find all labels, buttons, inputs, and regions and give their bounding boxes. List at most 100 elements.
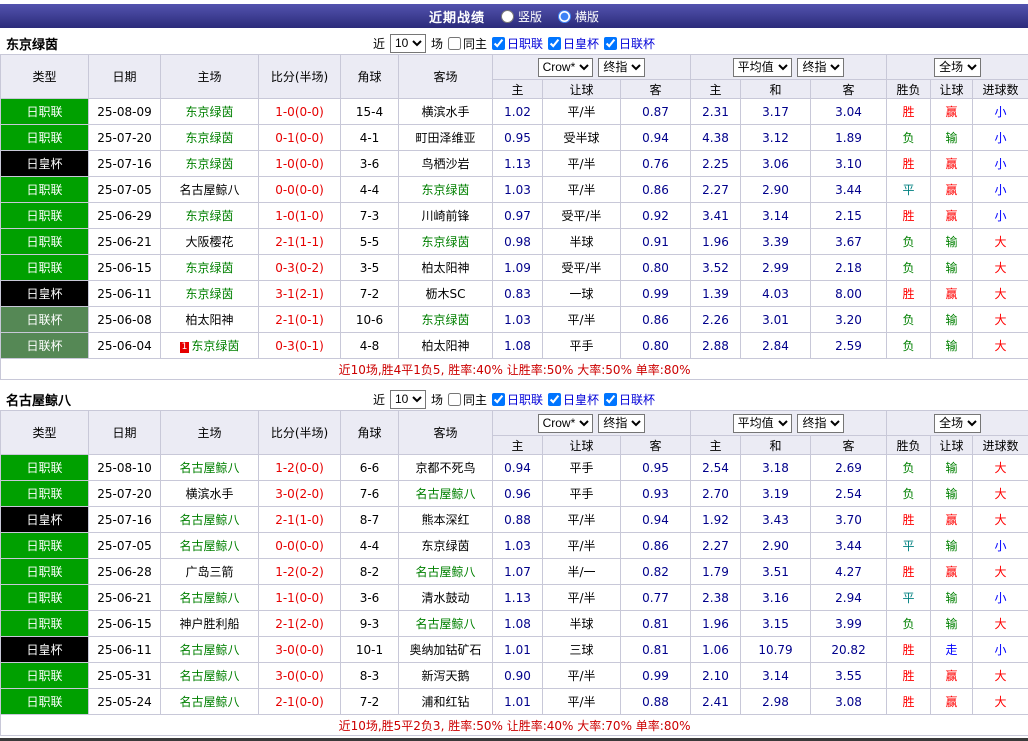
handicap-result: 赢 (931, 689, 973, 715)
bookmaker-select[interactable]: Crow* (538, 414, 593, 433)
corner-count: 4-4 (341, 533, 399, 559)
jleague-checkbox[interactable] (492, 393, 505, 406)
scope-select[interactable]: 全场 (934, 58, 981, 77)
goals-result: 大 (973, 455, 1028, 481)
team-name: 名古屋鲸八 (6, 390, 71, 409)
handicap-result: 赢 (931, 281, 973, 307)
goals-result-header: 进球数 (973, 436, 1028, 455)
euro-home-odds: 3.41 (691, 203, 741, 229)
euro-source-select[interactable]: 平均值 (733, 58, 792, 77)
home-team: 1东京绿茵 (161, 333, 259, 359)
score: 3-1(2-1) (259, 281, 341, 307)
asian-home-odds: 1.03 (493, 177, 543, 203)
match-date: 25-06-11 (89, 637, 161, 663)
match-date: 25-05-24 (89, 689, 161, 715)
col-header-date: 日期 (89, 411, 161, 455)
match-row: 日职联25-06-29东京绿茵1-0(1-0)7-3川崎前锋0.97受平/半0.… (1, 203, 1028, 229)
asian-away-odds: 0.99 (621, 663, 691, 689)
view-option-vertical[interactable]: 竖版 (501, 8, 542, 25)
goals-result: 小 (973, 99, 1028, 125)
emperors-cup-checkbox[interactable] (548, 393, 561, 406)
euro-draw-odds: 3.43 (741, 507, 811, 533)
same-venue-checkbox[interactable] (448, 37, 461, 50)
handicap-result: 输 (931, 333, 973, 359)
same-venue-checkbox[interactable] (448, 393, 461, 406)
home-team: 名古屋鲸八 (161, 663, 259, 689)
match-row: 日职联25-06-15东京绿茵0-3(0-2)3-5柏太阳神1.09受平/半0.… (1, 255, 1028, 281)
emperors-cup-checkbox[interactable] (548, 37, 561, 50)
euro-stage-select[interactable]: 终指 (797, 414, 844, 433)
home-team: 名古屋鲸八 (161, 533, 259, 559)
match-date: 25-07-16 (89, 507, 161, 533)
asian-handicap: 半球 (543, 229, 621, 255)
match-row: 日皇杯25-07-16名古屋鲸八2-1(1-0)8-7熊本深红0.88平/半0.… (1, 507, 1028, 533)
euro-source-select[interactable]: 平均值 (733, 414, 792, 433)
goals-result: 小 (973, 203, 1028, 229)
asian-handicap: 平/半 (543, 689, 621, 715)
team-name: 东京绿茵 (6, 34, 58, 53)
match-row: 日职联25-05-31名古屋鲸八3-0(0-0)8-3新泻天鹅0.90平/半0.… (1, 663, 1028, 689)
scope-select[interactable]: 全场 (934, 414, 981, 433)
euro-odds-header: 平均值 终指 (691, 411, 887, 436)
vertical-radio-label: 竖版 (518, 8, 542, 25)
handicap-result: 输 (931, 125, 973, 151)
home-team: 名古屋鲸八 (161, 585, 259, 611)
asian-stage-select[interactable]: 终指 (598, 58, 645, 77)
asian-home-odds: 1.03 (493, 307, 543, 333)
filter-jleague[interactable]: 日职联 (492, 35, 543, 52)
handicap-result: 输 (931, 533, 973, 559)
goals-result: 大 (973, 255, 1028, 281)
match-count-select[interactable]: 10 (390, 34, 426, 53)
filter-same-venue[interactable]: 同主 (448, 35, 487, 52)
asian-home-odds: 1.07 (493, 559, 543, 585)
horizontal-radio-label: 横版 (575, 8, 599, 25)
wdl-result: 胜 (887, 203, 931, 229)
asian-stage-select[interactable]: 终指 (598, 414, 645, 433)
asian-home-odds: 0.88 (493, 507, 543, 533)
euro-odds-header: 平均值 终指 (691, 55, 887, 80)
asian-away-odds: 0.88 (621, 689, 691, 715)
score: 2-1(2-0) (259, 611, 341, 637)
jleague-checkbox[interactable] (492, 37, 505, 50)
match-count-select[interactable]: 10 (390, 390, 426, 409)
vertical-radio[interactable] (501, 10, 514, 23)
filter-league-cup[interactable]: 日联杯 (604, 391, 655, 408)
match-rows: 日职联25-08-09东京绿茵1-0(0-0)15-4横滨水手1.02平/半0.… (1, 99, 1028, 359)
euro-stage-select[interactable]: 终指 (797, 58, 844, 77)
red-card-badge: 1 (180, 342, 190, 353)
league-type: 日职联 (1, 585, 89, 611)
filter-same-venue[interactable]: 同主 (448, 391, 487, 408)
away-team: 新泻天鹅 (399, 663, 493, 689)
euro-draw-odds: 2.90 (741, 533, 811, 559)
handicap-result: 赢 (931, 507, 973, 533)
goals-result: 小 (973, 585, 1028, 611)
league-cup-checkbox[interactable] (604, 37, 617, 50)
league-type: 日职联 (1, 203, 89, 229)
corner-count: 8-2 (341, 559, 399, 585)
view-option-horizontal[interactable]: 横版 (558, 8, 599, 25)
sections-container: 东京绿茵 近 10 场 同主 日职联 日皇杯 日联杯 类型 日期 (0, 32, 1028, 736)
asian-away-odds: 0.86 (621, 307, 691, 333)
euro-draw-odds: 3.06 (741, 151, 811, 177)
topbar: 近期战绩 竖版 横版 (0, 4, 1028, 28)
match-row: 日职联25-07-20横滨水手3-0(2-0)7-6名古屋鲸八0.96平手0.9… (1, 481, 1028, 507)
filter-league-cup[interactable]: 日联杯 (604, 35, 655, 52)
asian-home-odds: 0.95 (493, 125, 543, 151)
asian-odds-header: Crow* 终指 (493, 411, 691, 436)
match-date: 25-07-16 (89, 151, 161, 177)
asian-home-odds: 1.01 (493, 689, 543, 715)
bookmaker-select[interactable]: Crow* (538, 58, 593, 77)
handicap-result: 输 (931, 481, 973, 507)
filter-emperors-cup[interactable]: 日皇杯 (548, 391, 599, 408)
asian-away-odds: 0.93 (621, 481, 691, 507)
asian-handicap-header: 让球 (543, 80, 621, 99)
filter-emperors-cup[interactable]: 日皇杯 (548, 35, 599, 52)
league-cup-checkbox[interactable] (604, 393, 617, 406)
home-team: 神户胜利船 (161, 611, 259, 637)
filter-jleague[interactable]: 日职联 (492, 391, 543, 408)
asian-handicap: 三球 (543, 637, 621, 663)
horizontal-radio[interactable] (558, 10, 571, 23)
home-team: 名古屋鲸八 (161, 689, 259, 715)
wdl-result: 胜 (887, 689, 931, 715)
euro-away-odds: 2.69 (811, 455, 887, 481)
